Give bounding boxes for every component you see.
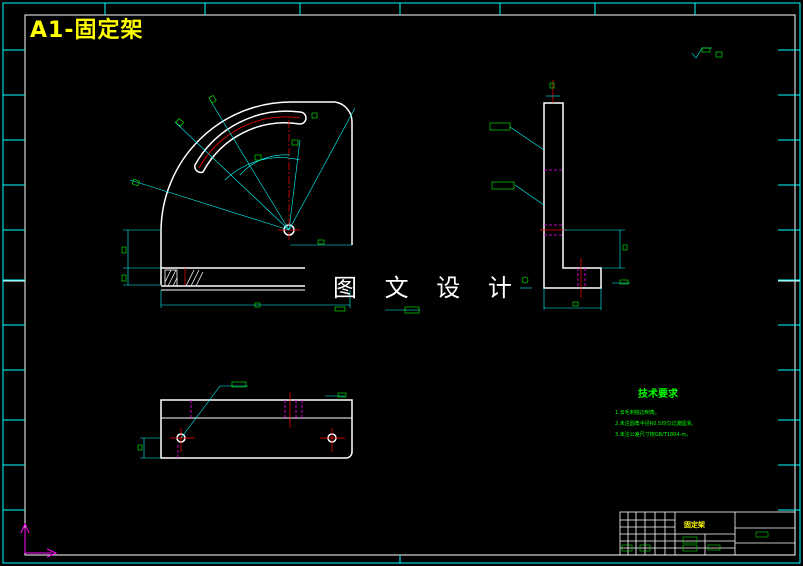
tech-requirements-heading: 技术要求 xyxy=(638,389,678,400)
tech-requirement-1: 1.去毛刺锐边倒角。 xyxy=(615,410,660,416)
drawing-title: A1-固定架 xyxy=(30,18,144,43)
tech-requirement-2: 2.未注圆角半径R0.5均匀过渡圆滑。 xyxy=(615,421,697,427)
ucs-icon xyxy=(20,522,58,558)
tech-requirement-3: 3.未注公差尺寸按GB/T1804-m。 xyxy=(615,432,692,438)
title-block-part-name: 固定架 xyxy=(684,521,705,529)
surface-finish-mark xyxy=(691,47,723,59)
title-block xyxy=(619,511,796,556)
top-view xyxy=(137,381,353,459)
watermark-text: 图 文 设 计 xyxy=(333,274,522,302)
